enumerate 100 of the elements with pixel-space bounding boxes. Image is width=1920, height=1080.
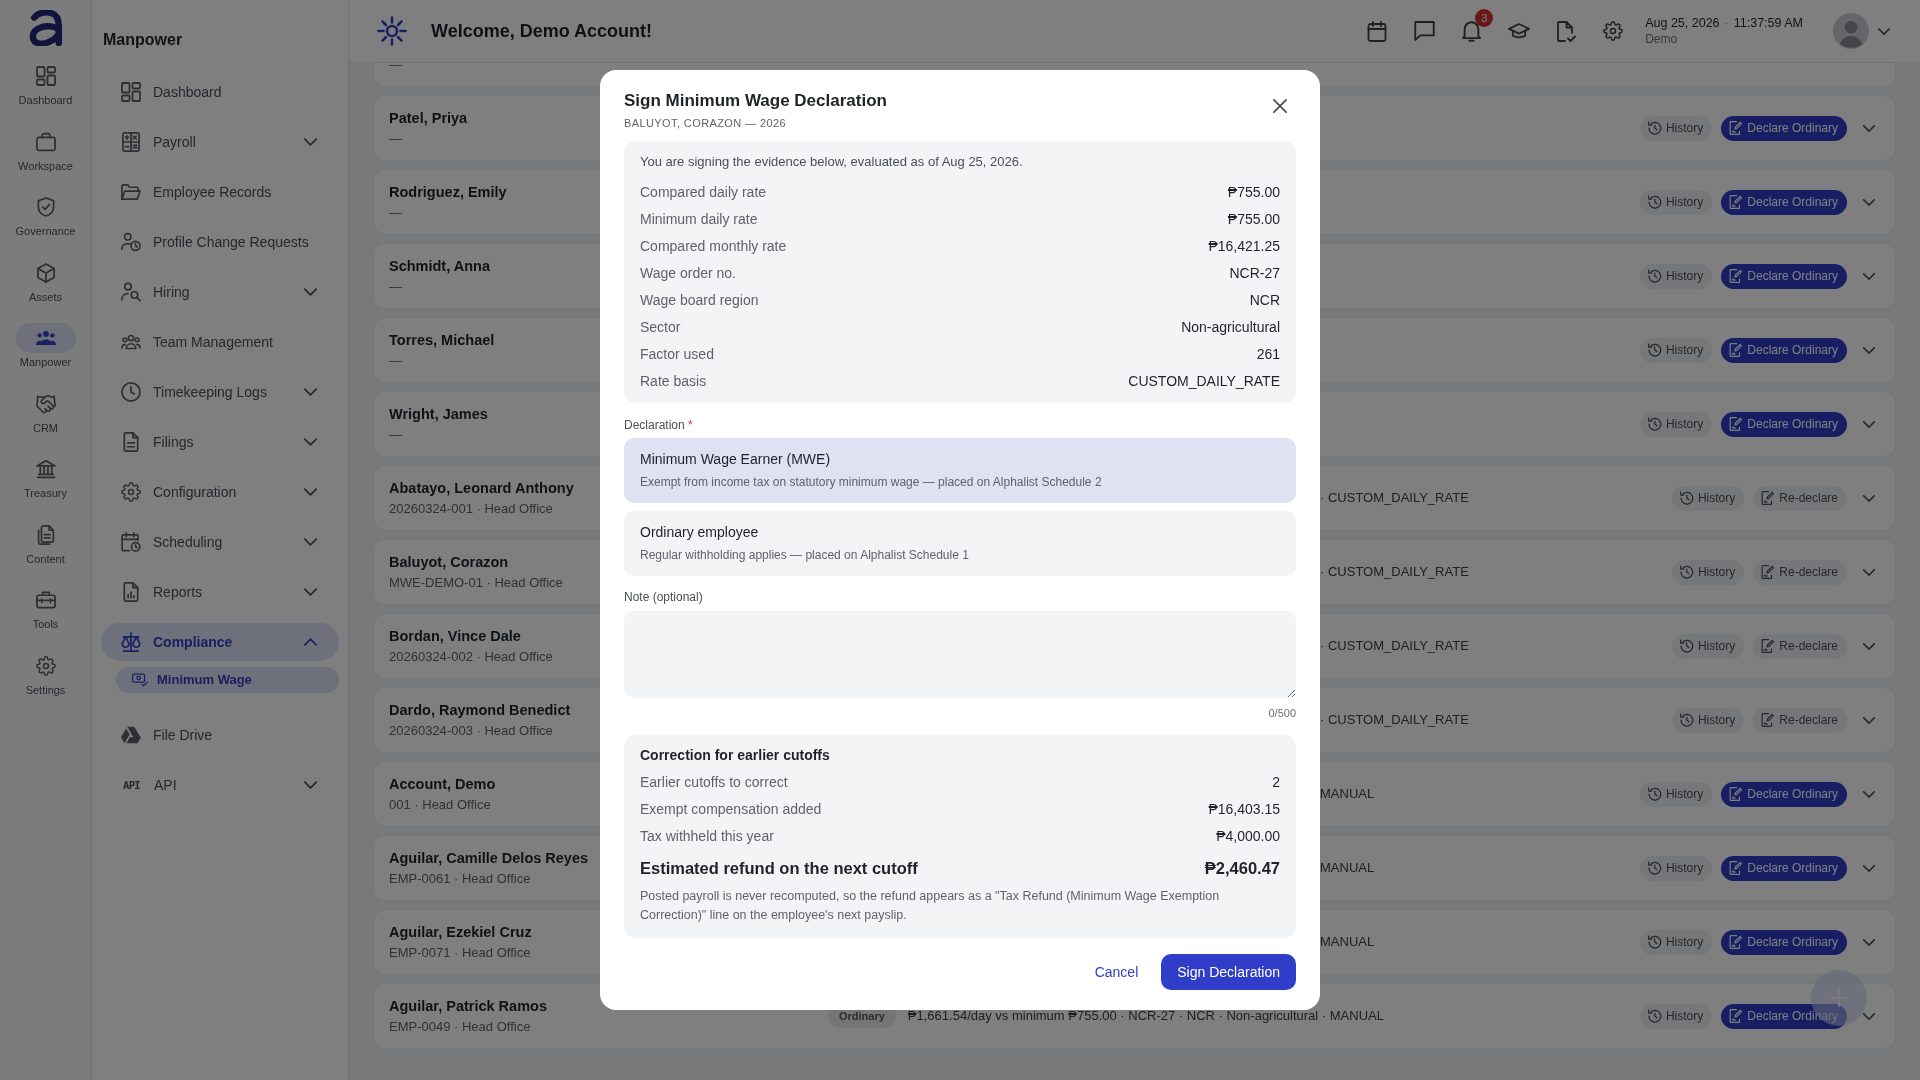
declare-button[interactable]: Declare Ordinary xyxy=(1721,115,1847,141)
declare-button[interactable]: Declare Ordinary xyxy=(1721,189,1847,215)
chevron-down-icon[interactable] xyxy=(1863,790,1875,798)
chevron-down-icon[interactable] xyxy=(1863,272,1875,280)
refund-note: Posted payroll is never recomputed, so the refund appears as a "Tax Refund (Minimum Wage Exemption Correction)" line on the employee's next payslip. xyxy=(640,887,1221,924)
logo-icon[interactable] xyxy=(28,10,63,46)
nav-item[interactable]: Hiring xyxy=(101,273,339,311)
nav-item[interactable]: Scheduling xyxy=(101,523,339,561)
sign-button[interactable]: Sign Declaration xyxy=(1161,954,1296,990)
chevron-down-icon[interactable] xyxy=(1863,420,1875,428)
chevron-down-icon[interactable] xyxy=(1863,494,1875,502)
bank-icon xyxy=(35,459,56,479)
history-button[interactable]: History xyxy=(1671,559,1745,585)
field-label: Note (optional) xyxy=(624,589,703,605)
evidence-value: Non-agricultural xyxy=(1181,317,1280,337)
chevron-down-icon[interactable] xyxy=(304,388,317,396)
signature-icon xyxy=(1761,565,1776,579)
chevron-down-icon[interactable] xyxy=(1863,124,1875,132)
plus-icon xyxy=(1830,989,1848,1007)
chevron-down-icon[interactable] xyxy=(304,781,317,789)
rail-item[interactable]: Content xyxy=(7,519,84,566)
nav-item[interactable]: Configuration xyxy=(101,473,339,511)
chevron-down-icon[interactable] xyxy=(1878,27,1890,35)
nav-item[interactable]: Payroll xyxy=(101,123,339,161)
nav-item[interactable]: File Drive xyxy=(101,716,339,754)
history-button[interactable]: History xyxy=(1639,189,1713,215)
history-button[interactable]: History xyxy=(1639,855,1713,881)
rail-item[interactable]: Governance xyxy=(7,192,84,238)
chevron-down-icon[interactable] xyxy=(1863,864,1875,872)
chevron-down-icon[interactable] xyxy=(1863,198,1875,206)
nav-item[interactable]: Reports xyxy=(101,573,339,611)
chevron-down-icon[interactable] xyxy=(304,488,317,496)
rail-item[interactable]: Dashboard xyxy=(7,61,84,107)
history-button[interactable]: History xyxy=(1639,115,1713,141)
chevron-down-icon[interactable] xyxy=(1863,568,1875,576)
nav-item[interactable]: Dashboard xyxy=(101,73,339,111)
nav-item[interactable]: Filings xyxy=(101,423,339,461)
redeclare-button[interactable]: Re-declare xyxy=(1753,707,1847,733)
bell-icon[interactable] xyxy=(1462,20,1482,42)
declare-button[interactable]: Declare Ordinary xyxy=(1721,263,1847,289)
note-field[interactable] xyxy=(624,611,1296,698)
nav-item[interactable]: Profile Change Requests xyxy=(101,223,339,261)
declare-button[interactable]: Declare Ordinary xyxy=(1721,855,1847,881)
history-button[interactable]: History xyxy=(1671,485,1745,511)
nav-item[interactable]: Compliance xyxy=(101,623,339,661)
rail-item[interactable]: Settings xyxy=(7,650,84,697)
chevron-up-icon[interactable] xyxy=(304,638,317,646)
chevron-down-icon[interactable] xyxy=(304,438,317,446)
history-button[interactable]: History xyxy=(1639,411,1713,437)
redeclare-button[interactable]: Re-declare xyxy=(1753,633,1847,659)
sun-icon[interactable] xyxy=(377,16,407,46)
declare-button[interactable]: Declare Ordinary xyxy=(1721,411,1847,437)
history-button[interactable]: History xyxy=(1639,929,1713,955)
employee-meta: — xyxy=(389,426,402,444)
rail-item[interactable]: Assets xyxy=(7,257,84,304)
history-button[interactable]: History xyxy=(1671,633,1745,659)
declare-button[interactable]: Declare Ordinary xyxy=(1721,337,1847,363)
avatar-icon[interactable] xyxy=(1833,13,1869,49)
rail-item[interactable]: CRM xyxy=(7,388,84,435)
documents-icon xyxy=(35,524,56,545)
chevron-down-icon[interactable] xyxy=(1863,938,1875,946)
redeclare-button[interactable]: Re-declare xyxy=(1753,559,1847,585)
chevron-down-icon[interactable] xyxy=(1863,346,1875,354)
chat-icon[interactable] xyxy=(1414,21,1436,41)
rail-item[interactable]: Workspace xyxy=(7,126,84,173)
history-button[interactable]: History xyxy=(1639,263,1713,289)
history-button[interactable]: History xyxy=(1671,707,1745,733)
declare-button[interactable]: Declare Ordinary xyxy=(1721,929,1847,955)
declaration-option[interactable]: Minimum Wage Earner (MWE) Exempt from income tax on statutory minimum wage — placed on Alphalist Schedule 2 xyxy=(624,438,1296,503)
nav-item[interactable]: Timekeeping Logs xyxy=(101,373,339,411)
history-button[interactable]: History xyxy=(1639,337,1713,363)
declaration-option[interactable]: Ordinary employee Regular withholding applies — placed on Alphalist Schedule 1 xyxy=(624,511,1296,576)
wage-details: · CUSTOM_DAILY_RATE xyxy=(1320,563,1469,582)
history-button[interactable]: History xyxy=(1639,1003,1713,1029)
redeclare-button[interactable]: Re-declare xyxy=(1753,485,1847,511)
nav-item[interactable]: API API xyxy=(101,766,339,804)
nav-subitem[interactable]: Minimum Wage xyxy=(116,667,339,693)
chevron-down-icon[interactable] xyxy=(304,588,317,596)
employee-name: Rodriguez, Emily xyxy=(389,183,507,202)
nav-item[interactable]: Team Management xyxy=(101,323,339,361)
chevron-down-icon[interactable] xyxy=(304,288,317,296)
chevron-down-icon[interactable] xyxy=(304,138,317,146)
chevron-down-icon[interactable] xyxy=(1863,1012,1875,1020)
nav-item[interactable]: Employee Records xyxy=(101,173,339,211)
history-button[interactable]: History xyxy=(1639,781,1713,807)
rail-item[interactable]: Tools xyxy=(7,585,84,631)
calendar-icon[interactable] xyxy=(1367,20,1388,42)
chevron-down-icon[interactable] xyxy=(304,538,317,546)
dialog-subtitle: BALUYOT, CORAZON — 2026 xyxy=(624,116,787,131)
cancel-button[interactable]: Cancel xyxy=(1078,954,1155,990)
settings-icon[interactable] xyxy=(1603,21,1624,41)
chevron-down-icon[interactable] xyxy=(1863,642,1875,650)
handshake-icon xyxy=(35,393,56,414)
graduation-cap-icon[interactable] xyxy=(1508,23,1531,39)
chevron-down-icon[interactable] xyxy=(1863,716,1875,724)
declare-button[interactable]: Declare Ordinary xyxy=(1721,781,1847,807)
rail-item[interactable]: Treasury xyxy=(7,454,84,500)
close-icon[interactable] xyxy=(1273,99,1287,113)
person-clock-icon xyxy=(121,232,141,252)
file-check-icon[interactable] xyxy=(1557,20,1577,42)
